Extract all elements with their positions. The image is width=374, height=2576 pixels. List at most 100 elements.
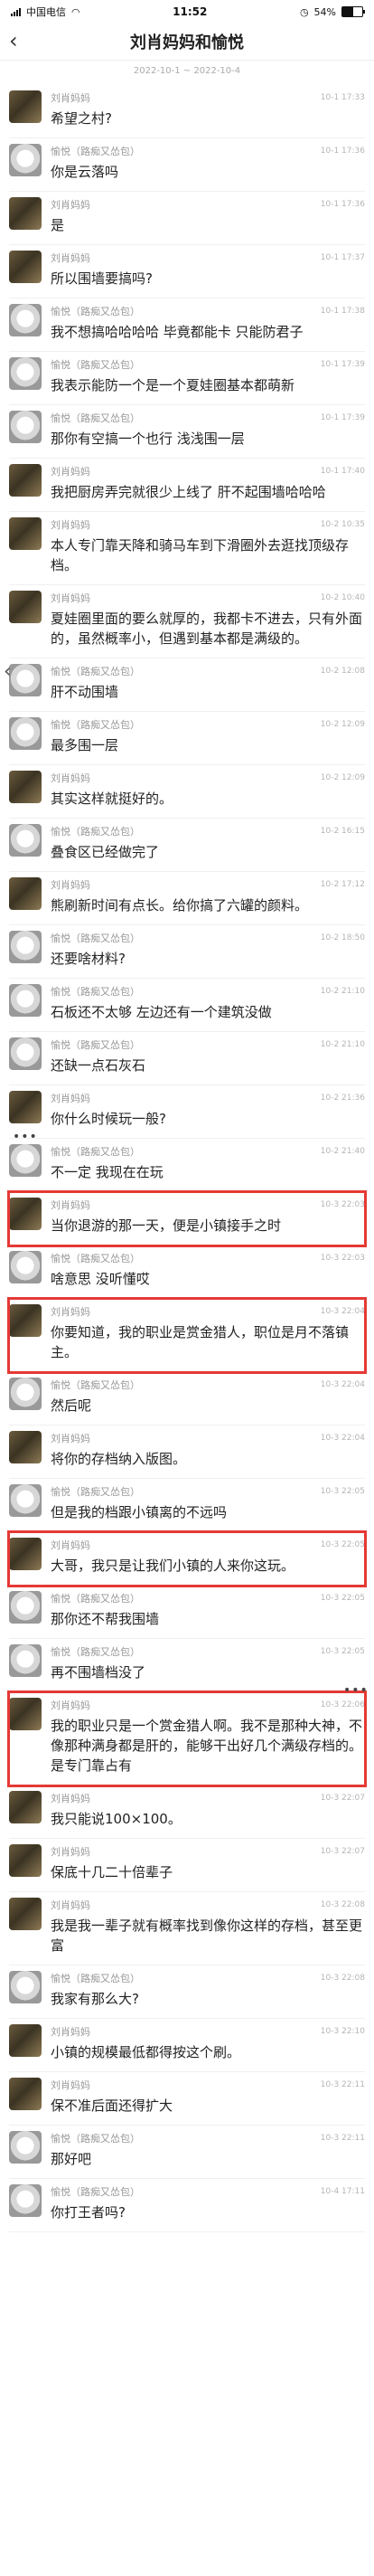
message-header: 愉悦（路痴又怂包） 10-1 17:39 <box>51 411 365 425</box>
avatar[interactable] <box>9 90 42 123</box>
avatar[interactable] <box>9 1971 42 2003</box>
message-row[interactable]: 愉悦（路痴又怂包） 10-2 18:50 还要啥材料? <box>9 925 365 979</box>
avatar[interactable] <box>9 357 42 390</box>
message-row[interactable]: 愉悦（路痴又怂包） 10-3 22:05 再不围墙档没了 <box>9 1639 365 1692</box>
message-row[interactable]: 刘肖妈妈 10-1 17:40 我把厨房弄完就很少上线了 肝不起围墙哈哈哈 <box>9 459 365 512</box>
message-row[interactable]: 刘肖妈妈 10-3 22:06 我的职业只是一个赏金猎人啊。我不是那种大神，不像那种… <box>9 1692 365 1785</box>
avatar[interactable] <box>9 517 42 550</box>
message-body: 刘肖妈妈 10-3 22:11 保不准后面还得扩大 <box>51 2078 365 2116</box>
message-row[interactable]: 愉悦（路痴又怂包） 10-1 17:39 我表示能防一个是一个夏娃圈基本都萌新 <box>9 352 365 405</box>
message-row[interactable]: 愉悦（路痴又怂包） 10-3 22:08 我家有那么大? <box>9 1965 365 2019</box>
message-row[interactable]: 刘肖妈妈 10-1 17:37 所以围墙要搞吗? <box>9 245 365 298</box>
avatar[interactable] <box>9 1251 42 1283</box>
avatar[interactable] <box>9 771 42 803</box>
message-header: 愉悦（路痴又怂包） 10-1 17:36 <box>51 144 365 158</box>
message-header: 刘肖妈妈 10-2 10:40 <box>51 591 365 605</box>
avatar[interactable] <box>9 1538 42 1570</box>
sender-name: 刘肖妈妈 <box>51 199 90 211</box>
avatar[interactable] <box>9 1037 42 1070</box>
sender-name: 刘肖妈妈 <box>51 2079 90 2091</box>
message-row[interactable]: 愉悦（路痴又怂包） 10-3 22:05 但是我的档跟小镇离的不远吗 <box>9 1479 365 1532</box>
battery-fill <box>342 7 353 16</box>
avatar[interactable] <box>9 877 42 910</box>
avatar[interactable] <box>9 1431 42 1463</box>
more-dots-icon[interactable]: ••• <box>13 1130 38 1144</box>
avatar[interactable] <box>9 1144 42 1177</box>
avatar[interactable] <box>9 464 42 497</box>
message-row[interactable]: 愉悦（路痴又怂包） 10-2 21:10 石板还不太够 左边还有一个建筑没做 <box>9 979 365 1032</box>
avatar[interactable] <box>9 2024 42 2057</box>
message-row[interactable]: 愉悦（路痴又怂包） 10-2 21:40 不一定 我现在在玩 <box>9 1139 365 1192</box>
message-row[interactable]: 刘肖妈妈 10-3 22:04 将你的存档纳入版图。 <box>9 1425 365 1479</box>
back-chevron-icon[interactable]: ‹ <box>9 30 18 52</box>
message-row[interactable]: 刘肖妈妈 10-3 22:11 保不准后面还得扩大 <box>9 2072 365 2126</box>
avatar[interactable] <box>9 717 42 750</box>
avatar[interactable] <box>9 1898 42 1930</box>
message-row[interactable]: 刘肖妈妈 10-2 17:12 熊刷新时间有点长。给你搞了六罐的颜料。 <box>9 872 365 925</box>
message-row[interactable]: 刘肖妈妈 10-3 22:03 当你退游的那一天，便是小镇接手之时 <box>9 1192 365 1245</box>
avatar[interactable] <box>9 1378 42 1410</box>
avatar[interactable] <box>9 1698 42 1730</box>
avatar[interactable] <box>9 304 42 336</box>
message-row[interactable]: 愉悦（路痴又怂包） 10-3 22:03 啥意思 没听懂哎 <box>9 1245 365 1299</box>
avatar[interactable] <box>9 1091 42 1123</box>
message-body: 愉悦（路痴又怂包） 10-1 17:36 你是云落吗 <box>51 144 365 182</box>
avatar[interactable] <box>9 1304 42 1337</box>
avatar[interactable] <box>9 2078 42 2110</box>
avatar[interactable] <box>9 144 42 176</box>
message-row[interactable]: 愉悦（路痴又怂包） 10-1 17:38 我不想搞哈哈哈哈 毕竟都能卡 只能防君子 <box>9 298 365 352</box>
avatar[interactable] <box>9 1644 42 1677</box>
message-row[interactable]: 刘肖妈妈 10-1 17:33 希望之村? <box>9 85 365 138</box>
avatar[interactable] <box>9 591 42 623</box>
message-row[interactable]: 愉悦（路痴又怂包） 10-2 12:08 肝不动围墙 <box>9 658 365 712</box>
message-row[interactable]: 愉悦（路痴又怂包） 10-3 22:05 那你还不帮我围墙 <box>9 1586 365 1639</box>
avatar[interactable] <box>9 824 42 857</box>
message-text: 我表示能防一个是一个夏娃圈基本都萌新 <box>51 377 295 393</box>
message-header: 愉悦（路痴又怂包） 10-3 22:03 <box>51 1251 365 1265</box>
avatar[interactable] <box>9 251 42 283</box>
message-row[interactable]: 刘肖妈妈 10-3 22:08 我是我一辈子就有概率找到像你这样的存档，甚至更富 <box>9 1892 365 1965</box>
message-row[interactable]: 愉悦（路痴又怂包） 10-1 17:39 那你有空搞一个也行 浅浅围一层 <box>9 405 365 459</box>
message-text: 当你退游的那一天，便是小镇接手之时 <box>51 1217 282 1234</box>
message-header: 刘肖妈妈 10-3 22:05 <box>51 1538 365 1552</box>
avatar[interactable] <box>9 2131 42 2164</box>
message-time: 10-3 22:05 <box>320 1487 365 1496</box>
avatar[interactable] <box>9 1484 42 1517</box>
message-row[interactable]: 愉悦（路痴又怂包） 10-2 21:10 还缺一点石灰石 <box>9 1032 365 1085</box>
message-row[interactable]: 愉悦（路痴又怂包） 10-2 12:09 最多围一层 <box>9 712 365 765</box>
avatar[interactable] <box>9 664 42 696</box>
message-row[interactable]: 愉悦（路痴又怂包） 10-3 22:04 然后呢 <box>9 1372 365 1425</box>
message-body: 愉悦（路痴又怂包） 10-2 21:40 不一定 我现在在玩 <box>51 1144 365 1182</box>
avatar[interactable] <box>9 1791 42 1823</box>
message-row[interactable]: 刘肖妈妈 10-2 10:35 本人专门靠天降和骑马车到下滑圈外去逛找顶级存档。 <box>9 512 365 585</box>
message-body: 愉悦（路痴又怂包） 10-2 12:09 最多围一层 <box>51 717 365 755</box>
message-header: 刘肖妈妈 10-3 22:04 <box>51 1304 365 1319</box>
message-row[interactable]: 刘肖妈妈 10-2 10:40 夏娃圈里面的要么就厚的，我都卡不进去，只有外面的，虽… <box>9 585 365 658</box>
message-text: 还要啥材料? <box>51 951 126 967</box>
avatar[interactable] <box>9 411 42 443</box>
message-row[interactable]: 愉悦（路痴又怂包） 10-1 17:36 你是云落吗 <box>9 138 365 192</box>
message-row[interactable]: 愉悦（路痴又怂包） 10-2 16:15 叠食区已经做完了 <box>9 819 365 872</box>
message-row[interactable]: 刘肖妈妈 10-3 22:04 你要知道，我的职业是赏金猎人，职位是月不落镇主。 <box>9 1299 365 1372</box>
avatar[interactable] <box>9 2184 42 2217</box>
message-row[interactable]: 刘肖妈妈 10-2 12:09 其实这样就挺好的。 <box>9 765 365 819</box>
avatar[interactable] <box>9 1198 42 1230</box>
avatar[interactable] <box>9 931 42 963</box>
side-left-arrow-icon[interactable]: ‹ <box>4 660 12 683</box>
message-row[interactable]: 刘肖妈妈 10-3 22:10 小镇的规模最低都得按这个刷。 <box>9 2019 365 2072</box>
message-time: 10-1 17:37 <box>320 253 365 262</box>
avatar[interactable] <box>9 197 42 230</box>
sender-name: 愉悦（路痴又怂包） <box>51 412 140 424</box>
avatar[interactable] <box>9 1591 42 1624</box>
message-row[interactable]: 刘肖妈妈 10-3 22:07 保底十几二十倍辈子 <box>9 1839 365 1892</box>
message-row[interactable]: 刘肖妈妈 10-3 22:05 大哥，我只是让我们小镇的人来你这玩。 <box>9 1532 365 1586</box>
message-row[interactable]: 刘肖妈妈 10-2 21:36 你什么时候玩一般? <box>9 1085 365 1139</box>
avatar[interactable] <box>9 984 42 1017</box>
message-row[interactable]: 愉悦（路痴又怂包） 10-3 22:11 那好吧 <box>9 2126 365 2179</box>
more-dots-icon[interactable]: ••• <box>343 1683 369 1698</box>
message-text: 那好吧 <box>51 2151 92 2167</box>
message-row[interactable]: 刘肖妈妈 10-1 17:36 是 <box>9 192 365 245</box>
avatar[interactable] <box>9 1844 42 1877</box>
message-row[interactable]: 刘肖妈妈 10-3 22:07 我只能说100×100。 <box>9 1785 365 1839</box>
message-row[interactable]: 愉悦（路痴又怂包） 10-4 17:11 你打王者吗? <box>9 2179 365 2232</box>
